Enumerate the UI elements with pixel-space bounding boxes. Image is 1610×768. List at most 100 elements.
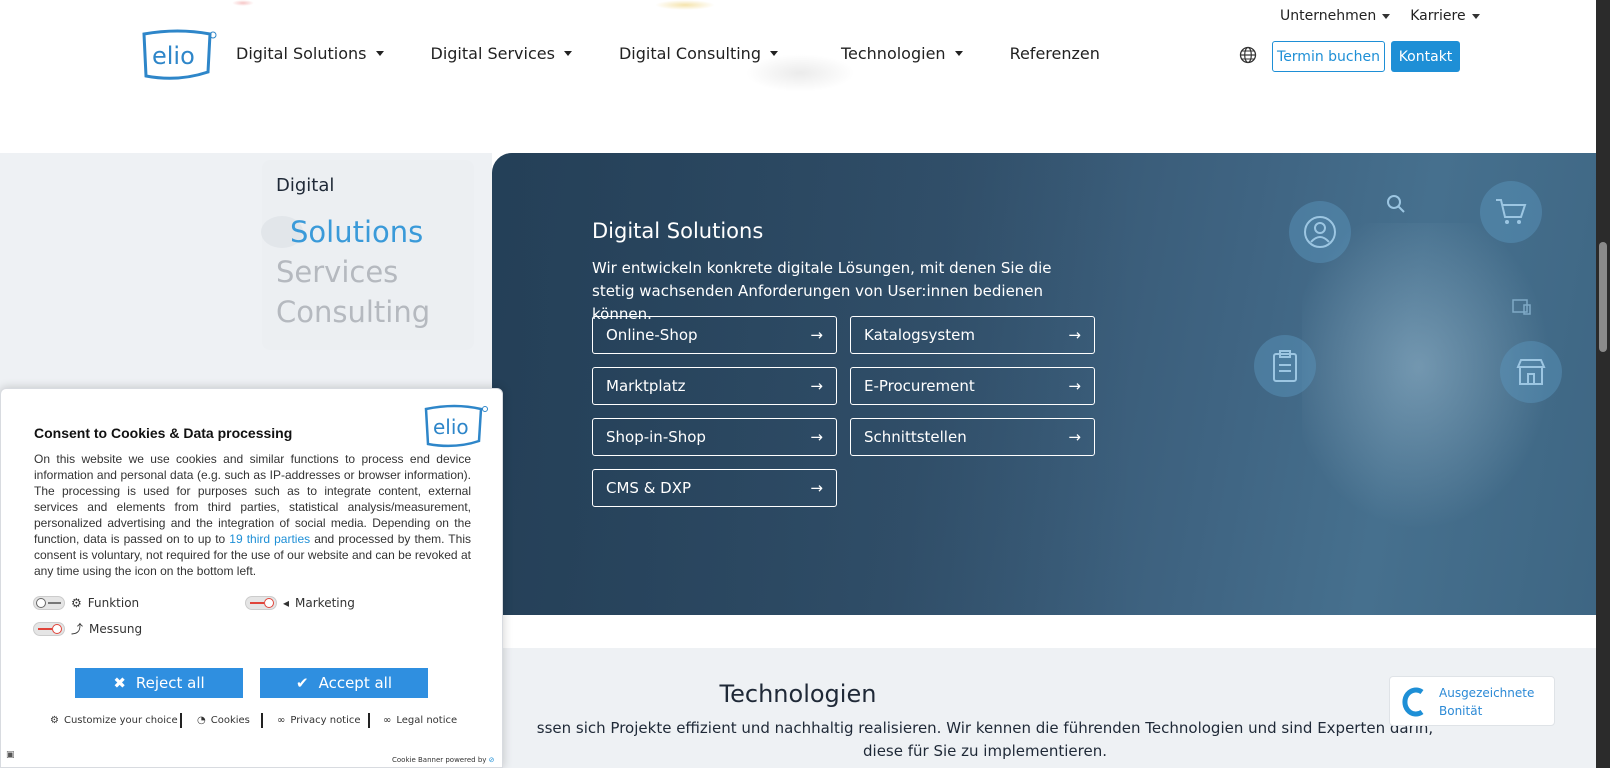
cookie-icon: ◔ (197, 715, 206, 726)
solution-button-marktplatz[interactable]: Marktplatz → (592, 367, 837, 405)
arrow-right-icon: → (1068, 326, 1081, 344)
reject-all-button[interactable]: ✖ Reject all (75, 668, 243, 698)
nav-label: Digital Solutions (236, 44, 367, 63)
decoration (232, 0, 254, 6)
arrow-right-icon: → (1068, 428, 1081, 446)
solution-button-shop-in-shop[interactable]: Shop-in-Shop → (592, 418, 837, 456)
solution-label: Marktplatz (606, 377, 686, 395)
megaphone-icon: ◂ (283, 596, 290, 610)
globe-icon[interactable] (1239, 46, 1257, 64)
legal-notice-link[interactable]: ∞ Legal notice (383, 715, 457, 726)
nav-item-digital-services[interactable]: Digital Services (431, 44, 572, 63)
privacy-notice-link[interactable]: ∞ Privacy notice (277, 715, 361, 726)
toggle-funktion[interactable]: ⚙ Funktion (33, 596, 139, 610)
accept-all-button[interactable]: ✔ Accept all (260, 668, 428, 698)
tab-solutions[interactable]: Solutions (290, 215, 423, 249)
nav-label: Referenzen (1009, 44, 1100, 63)
caret-down-icon (375, 51, 384, 56)
footer-link-label: Customize your choice (63, 715, 178, 726)
scrollbar-thumb[interactable] (1599, 242, 1607, 352)
toggle-messung[interactable]: ⤴ Messung (33, 620, 142, 637)
nav-label: Digital Services (430, 44, 555, 63)
badge-line: Bonität (1439, 704, 1483, 718)
caret-down-icon (1382, 13, 1391, 19)
toggle-switch[interactable] (245, 596, 277, 610)
powered-by-text: Cookie Banner powered by (392, 756, 487, 764)
cookie-consent-banner: elio Consent to Cookies & Data processin… (0, 388, 503, 768)
tab-consulting[interactable]: Consulting (276, 295, 430, 329)
nav-label: Digital Consulting (618, 44, 761, 63)
cookies-link[interactable]: ◔ Cookies (197, 715, 250, 726)
solution-button-katalogsystem[interactable]: Katalogsystem → (850, 316, 1095, 354)
button-label: Reject all (135, 674, 205, 692)
solution-button-e-procurement[interactable]: E-Procurement → (850, 367, 1095, 405)
user-icon (1289, 201, 1351, 263)
solution-label: E-Procurement (864, 377, 975, 395)
kontakt-button[interactable]: Kontakt (1391, 41, 1460, 72)
store-icon (1500, 341, 1562, 403)
toggle-marketing[interactable]: ◂ Marketing (245, 596, 355, 610)
arrow-right-icon: → (810, 377, 823, 395)
settings-icon: ⚙ (71, 596, 82, 610)
switcher-title: Digital (276, 175, 335, 196)
solution-label: CMS & DXP (606, 479, 692, 497)
link-icon: ∞ (277, 715, 286, 726)
nav-item-digital-consulting[interactable]: Digital Consulting (619, 44, 778, 63)
chart-line-icon: ⤴ (71, 622, 84, 636)
toggle-switch[interactable] (33, 621, 65, 636)
language-flag-icon[interactable]: ▣ (6, 750, 15, 760)
arrow-right-icon: → (810, 326, 823, 344)
footer-link-label: Privacy notice (290, 715, 361, 726)
tab-services[interactable]: Services (276, 255, 398, 289)
solution-button-online-shop[interactable]: Online-Shop → (592, 316, 837, 354)
nav-item-referenzen[interactable]: Referenzen (1010, 44, 1100, 63)
logo-text: elio (433, 415, 469, 439)
arrow-right-icon: → (810, 428, 823, 446)
nav-item-digital-solutions[interactable]: Digital Solutions (236, 44, 384, 63)
elio-logo: elio (424, 404, 488, 448)
hero-panel: Digital Solutions Wir entwickeln konkret… (492, 153, 1596, 615)
arrow-right-icon: → (1068, 377, 1081, 395)
top-link-karriere[interactable]: Karriere (1410, 8, 1480, 24)
top-link-unternehmen[interactable]: Unternehmen (1280, 8, 1391, 24)
footer-link-label: Legal notice (396, 715, 458, 726)
technologies-text: ssen sich Projekte effizient und nachhal… (536, 719, 1434, 760)
hero-title: Digital Solutions (592, 219, 764, 243)
third-parties-link[interactable]: 19 third parties (229, 532, 310, 546)
main-nav: Digital Solutions Digital Services Digit… (236, 44, 1147, 63)
elio-logo[interactable]: elio (138, 28, 218, 84)
bonitaet-badge[interactable]: Ausgezeichnete Bonität (1389, 676, 1555, 726)
customize-link[interactable]: ⚙ Customize your choice (50, 715, 178, 726)
nav-item-technologien[interactable]: Technologien (841, 44, 963, 63)
search-icon (1387, 195, 1405, 213)
check-badge-icon: ⊘ (488, 756, 495, 764)
solution-button-cms-dxp[interactable]: CMS & DXP → (592, 469, 837, 507)
clipboard-icon (1254, 335, 1316, 397)
solution-button-schnittstellen[interactable]: Schnittstellen → (850, 418, 1095, 456)
toggle-label: Marketing (295, 596, 355, 610)
link-icon: ∞ (383, 715, 392, 726)
button-label: Accept all (318, 674, 392, 692)
caret-down-icon (563, 51, 572, 56)
divider (261, 713, 263, 728)
divider (368, 713, 370, 728)
cookie-title: Consent to Cookies & Data processing (34, 425, 293, 441)
toggle-label: Funktion (87, 596, 140, 610)
site-header: elio Unternehmen Karriere Digital Soluti… (0, 0, 1596, 112)
solution-label: Katalogsystem (864, 326, 975, 344)
caret-down-icon (769, 51, 778, 56)
top-link-label: Karriere (1410, 8, 1466, 24)
check-icon: ✔ (296, 674, 309, 692)
termin-buchen-button[interactable]: Termin buchen (1272, 41, 1385, 72)
nav-label: Technologien (840, 44, 946, 63)
powered-by[interactable]: Cookie Banner powered by ⊘ (392, 756, 495, 764)
close-icon: ✖ (113, 674, 126, 692)
scrollbar[interactable] (1596, 0, 1610, 768)
solution-label: Shop-in-Shop (606, 428, 706, 446)
page: elio Unternehmen Karriere Digital Soluti… (0, 0, 1610, 768)
cart-icon (1480, 181, 1542, 243)
toggle-switch[interactable] (33, 596, 65, 610)
logo-text: elio (152, 42, 195, 70)
footer-link-label: Cookies (210, 715, 250, 726)
badge-text: Ausgezeichnete Bonität (1439, 684, 1534, 720)
